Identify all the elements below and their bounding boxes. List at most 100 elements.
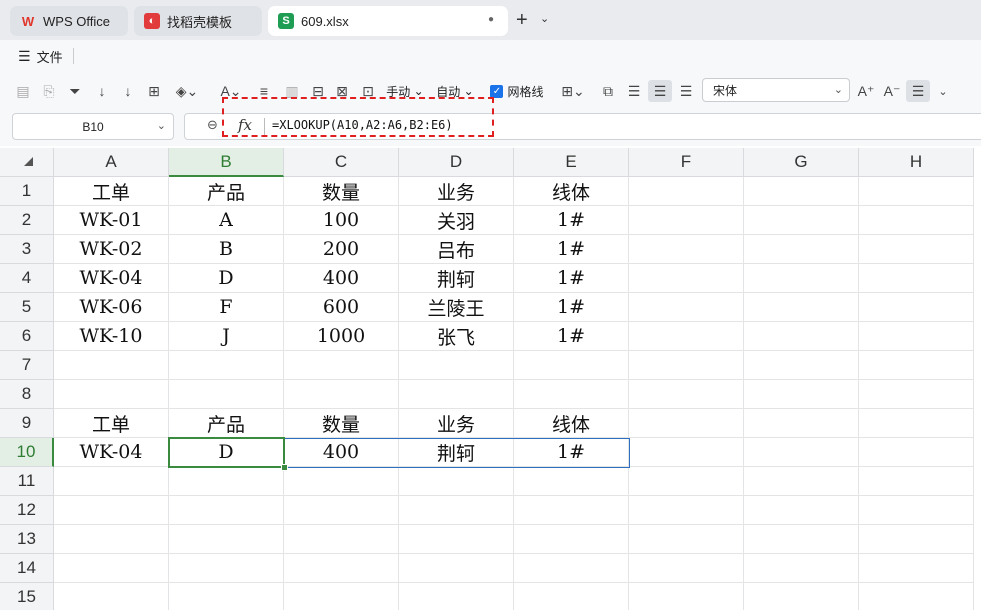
cell-d14[interactable] [399,554,514,583]
row-header-15[interactable]: 15 [0,583,54,610]
cell-e1[interactable]: 线体 [514,177,629,206]
cell-f11[interactable] [629,467,744,496]
cell-g7[interactable] [744,351,859,380]
cell-h13[interactable] [859,525,974,554]
cell-d15[interactable] [399,583,514,610]
cell-c5[interactable]: 600 [284,293,399,322]
row-header-8[interactable]: 8 [0,380,54,409]
cell-h7[interactable] [859,351,974,380]
cell-d5[interactable]: 兰陵王 [399,293,514,322]
cell-d6[interactable]: 张飞 [399,322,514,351]
format-painter-icon[interactable]: ⎘ [40,80,58,102]
formula-text[interactable]: =XLOOKUP(A10,A2:A6,B2:E6) [272,118,453,132]
cell-h11[interactable] [859,467,974,496]
cell-d3[interactable]: 吕布 [399,235,514,264]
cell-d11[interactable] [399,467,514,496]
cell-c13[interactable] [284,525,399,554]
column-header-b[interactable]: B [169,148,284,177]
row-header-5[interactable]: 5 [0,293,54,322]
cell-c4[interactable]: 400 [284,264,399,293]
row-header-10[interactable]: 10 [0,438,54,467]
cell-b8[interactable] [169,380,284,409]
font-name-select[interactable]: 宋体 ⌄ [702,78,850,102]
row-header-3[interactable]: 3 [0,235,54,264]
cell-c1[interactable]: 数量 [284,177,399,206]
fill-handle[interactable] [281,464,288,471]
cell-e7[interactable] [514,351,629,380]
cell-a11[interactable] [54,467,169,496]
cell-g4[interactable] [744,264,859,293]
cell-c3[interactable]: 200 [284,235,399,264]
align-right-icon[interactable]: ☰ [676,80,696,102]
merge-cells-icon[interactable]: ▥ [282,80,302,102]
cell-h15[interactable] [859,583,974,610]
cell-e2[interactable]: 1# [514,206,629,235]
cell-h8[interactable] [859,380,974,409]
cell-d9[interactable]: 业务 [399,409,514,438]
cell-f2[interactable] [629,206,744,235]
cell-d13[interactable] [399,525,514,554]
name-box[interactable]: B10 ⌄ [12,113,174,140]
cell-f1[interactable] [629,177,744,206]
row-header-14[interactable]: 14 [0,554,54,583]
font-color-icon[interactable]: A⌄ [216,80,246,102]
cell-g12[interactable] [744,496,859,525]
cell-g14[interactable] [744,554,859,583]
sort-descending-icon[interactable]: ↓ [118,80,138,102]
cell-e12[interactable] [514,496,629,525]
cell-f3[interactable] [629,235,744,264]
cell-g11[interactable] [744,467,859,496]
cell-g6[interactable] [744,322,859,351]
cell-h4[interactable] [859,264,974,293]
cell-a4[interactable]: WK-04 [54,264,169,293]
wrap-text-icon[interactable]: ≡ [254,80,274,102]
cell-f15[interactable] [629,583,744,610]
checkbox-checked-icon[interactable]: ✓ [490,84,504,98]
cell-a12[interactable] [54,496,169,525]
align-middle-icon[interactable]: ☰ [906,80,930,102]
column-header-e[interactable]: E [514,148,629,177]
file-menu[interactable]: ☰ 文件 [18,47,63,66]
cell-a6[interactable]: WK-10 [54,322,169,351]
tab-wps-office[interactable]: W WPS Office [10,6,128,36]
cell-c10[interactable]: 400 [284,438,399,467]
cell-a2[interactable]: WK-01 [54,206,169,235]
cell-f7[interactable] [629,351,744,380]
cell-g13[interactable] [744,525,859,554]
cell-h14[interactable] [859,554,974,583]
cell-b3[interactable]: B [169,235,284,264]
auto-calc-dropdown[interactable]: 自动 ⌄ [434,80,476,102]
cell-d12[interactable] [399,496,514,525]
row-header-1[interactable]: 1 [0,177,54,206]
cell-h3[interactable] [859,235,974,264]
cell-e6[interactable]: 1# [514,322,629,351]
column-header-f[interactable]: F [629,148,744,177]
cell-e9[interactable]: 线体 [514,409,629,438]
fill-color-icon[interactable]: ◈⌄ [172,80,202,102]
row-header-13[interactable]: 13 [0,525,54,554]
cell-b13[interactable] [169,525,284,554]
cell-f13[interactable] [629,525,744,554]
cell-d1[interactable]: 业务 [399,177,514,206]
cell-g5[interactable] [744,293,859,322]
cell-g8[interactable] [744,380,859,409]
cell-a7[interactable] [54,351,169,380]
delete-icon[interactable]: ⊠ [332,80,352,102]
cell-a8[interactable] [54,380,169,409]
cell-b14[interactable] [169,554,284,583]
cell-a3[interactable]: WK-02 [54,235,169,264]
table-style-icon[interactable]: ⊞⌄ [558,80,588,102]
align-center-icon[interactable]: ☰ [648,80,672,102]
fx-icon[interactable]: fx [238,116,252,134]
chevron-down-icon[interactable]: ⌄ [540,12,549,25]
cell-b7[interactable] [169,351,284,380]
row-header-9[interactable]: 9 [0,409,54,438]
cell-f5[interactable] [629,293,744,322]
cell-f6[interactable] [629,322,744,351]
row-header-4[interactable]: 4 [0,264,54,293]
decrease-font-icon[interactable]: A⁻ [882,80,902,102]
clear-format-icon[interactable]: ⧉ [598,80,618,102]
paste-special-icon[interactable]: ▤ [14,80,32,102]
freeze-icon[interactable]: ⊡ [358,80,378,102]
gridlines-toggle[interactable]: ✓ 网格线 [488,80,546,102]
